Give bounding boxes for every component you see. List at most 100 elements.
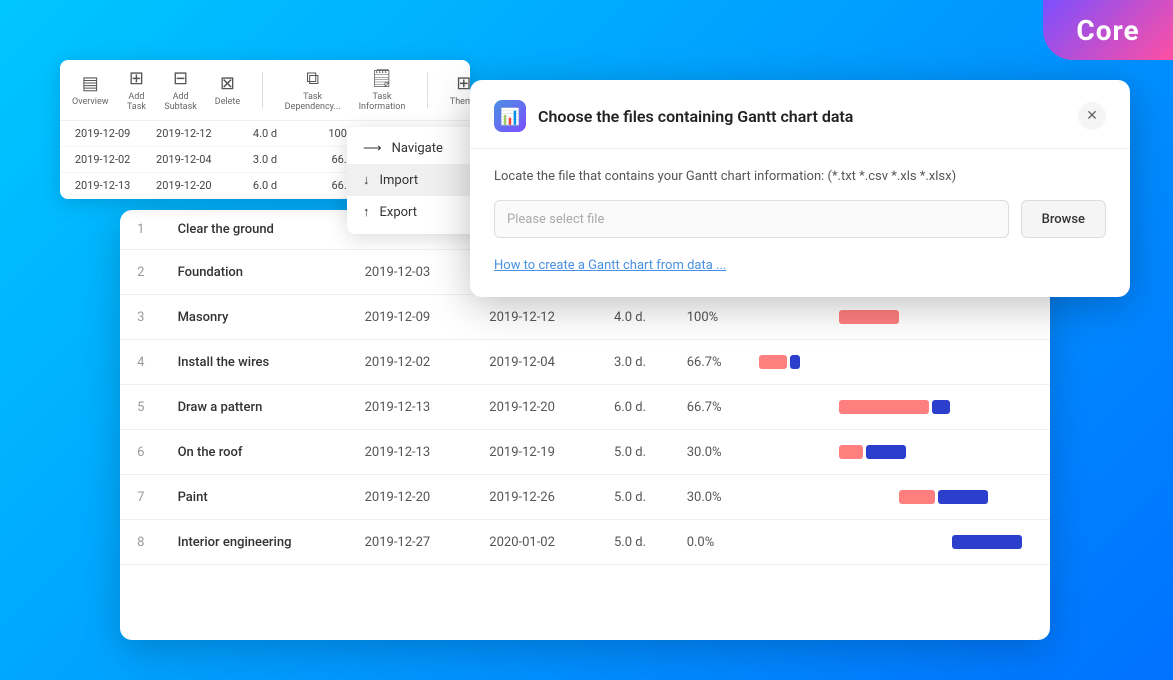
table-row: 3Masonry2019-12-092019-12-124.0 d.100% bbox=[120, 295, 1050, 340]
tp-start-2: 2019-12-02 bbox=[72, 153, 133, 166]
row-bar bbox=[743, 430, 1050, 475]
row-duration: 6.0 d. bbox=[598, 385, 671, 430]
toolbar-theme[interactable]: ⊞ Theme bbox=[450, 73, 470, 107]
bar-blue bbox=[932, 400, 950, 414]
row-duration: 5.0 d. bbox=[598, 475, 671, 520]
row-percent: 66.7% bbox=[671, 340, 744, 385]
row-percent: 100% bbox=[671, 295, 744, 340]
task-info-label: Task Information bbox=[359, 92, 406, 112]
toolbar-add-subtask[interactable]: ⊟ Add Subtask bbox=[164, 68, 196, 112]
table-row: 4Install the wires2019-12-022019-12-043.… bbox=[120, 340, 1050, 385]
row-num: 7 bbox=[120, 475, 162, 520]
add-task-label: Add Task bbox=[126, 92, 146, 112]
dialog-body: Locate the file that contains your Gantt… bbox=[470, 149, 1130, 297]
tp-dur-2: 3.0 d bbox=[234, 153, 295, 166]
import-icon: ↓ bbox=[363, 172, 370, 188]
row-start: 2019-12-20 bbox=[349, 475, 474, 520]
dialog-header: 📊 Choose the files containing Gantt char… bbox=[470, 80, 1130, 149]
row-end: 2020-01-02 bbox=[473, 520, 598, 565]
file-placeholder: Please select file bbox=[507, 212, 604, 227]
toolbar-delete[interactable]: ⊠ Delete bbox=[215, 73, 240, 107]
dialog-app-icon-glyph: 📊 bbox=[500, 107, 520, 126]
bar-blue bbox=[790, 355, 800, 369]
row-num: 6 bbox=[120, 430, 162, 475]
add-subtask-icon: ⊟ bbox=[173, 68, 188, 89]
dialog-file-row: Please select file Browse bbox=[494, 200, 1106, 238]
tp-start-3: 2019-12-13 bbox=[72, 179, 133, 192]
core-logo-text: Core bbox=[1076, 14, 1139, 47]
tp-dur-1: 4.0 d bbox=[234, 127, 295, 140]
toolbar-task-dependency[interactable]: ⧉ Task Dependency... bbox=[285, 68, 341, 112]
help-link[interactable]: How to create a Gantt chart from data ..… bbox=[494, 258, 726, 273]
table-row: 5Draw a pattern2019-12-132019-12-206.0 d… bbox=[120, 385, 1050, 430]
file-input-display[interactable]: Please select file bbox=[494, 200, 1009, 238]
table-row: 7Paint2019-12-202019-12-265.0 d.30.0% bbox=[120, 475, 1050, 520]
row-task: Interior engineering bbox=[162, 520, 349, 565]
toolbar-task-info[interactable]: 🗒 Task Information bbox=[359, 68, 406, 112]
row-task: Install the wires bbox=[162, 340, 349, 385]
row-start: 2019-12-27 bbox=[349, 520, 474, 565]
row-bar bbox=[743, 520, 1050, 565]
toolbar-divider-2 bbox=[427, 72, 428, 108]
browse-button[interactable]: Browse bbox=[1021, 200, 1106, 238]
row-task: Foundation bbox=[162, 250, 349, 295]
row-end: 2019-12-20 bbox=[473, 385, 598, 430]
dialog-app-icon: 📊 bbox=[494, 100, 526, 132]
bar-red bbox=[899, 490, 935, 504]
row-percent: 66.7% bbox=[671, 385, 744, 430]
add-task-icon: ⊞ bbox=[129, 68, 144, 89]
table-row: 8Interior engineering2019-12-272020-01-0… bbox=[120, 520, 1050, 565]
row-num: 3 bbox=[120, 295, 162, 340]
row-end: 2019-12-04 bbox=[473, 340, 598, 385]
toolbar-divider bbox=[262, 72, 263, 108]
toolbar-row: ▤ Overview ⊞ Add Task ⊟ Add Subtask ⊠ De… bbox=[60, 60, 470, 121]
bar-red bbox=[839, 400, 929, 414]
file-dialog: 📊 Choose the files containing Gantt char… bbox=[470, 80, 1130, 297]
tp-end-2: 2019-12-04 bbox=[153, 153, 214, 166]
row-num: 2 bbox=[120, 250, 162, 295]
tp-start-1: 2019-12-09 bbox=[72, 127, 133, 140]
task-info-icon: 🗒 bbox=[371, 68, 394, 89]
export-icon: ↑ bbox=[363, 204, 370, 220]
row-num: 5 bbox=[120, 385, 162, 430]
dialog-subtitle: Locate the file that contains your Gantt… bbox=[494, 169, 1106, 184]
bar-red bbox=[839, 310, 899, 324]
toolbar-icons: ▤ Overview ⊞ Add Task ⊟ Add Subtask ⊠ De… bbox=[72, 68, 470, 112]
toolbar-overview[interactable]: ▤ Overview bbox=[72, 73, 108, 107]
navigate-label: Navigate bbox=[392, 141, 443, 156]
close-icon: ✕ bbox=[1086, 108, 1098, 124]
row-num: 1 bbox=[120, 210, 162, 250]
row-task: Paint bbox=[162, 475, 349, 520]
row-start: 2019-12-03 bbox=[349, 250, 474, 295]
row-duration: 3.0 d. bbox=[598, 340, 671, 385]
row-bar bbox=[743, 295, 1050, 340]
task-dep-icon: ⧉ bbox=[306, 68, 319, 89]
bar-blue bbox=[866, 445, 906, 459]
add-subtask-label: Add Subtask bbox=[164, 92, 196, 112]
bar-blue bbox=[952, 535, 1022, 549]
toolbar-add-task[interactable]: ⊞ Add Task bbox=[126, 68, 146, 112]
row-end: 2019-12-12 bbox=[473, 295, 598, 340]
row-percent: 30.0% bbox=[671, 430, 744, 475]
theme-icon: ⊞ bbox=[456, 73, 470, 94]
row-end: 2019-12-26 bbox=[473, 475, 598, 520]
dialog-close-button[interactable]: ✕ bbox=[1078, 102, 1106, 130]
row-percent: 0.0% bbox=[671, 520, 744, 565]
tp-end-1: 2019-12-12 bbox=[153, 127, 214, 140]
row-task: Draw a pattern bbox=[162, 385, 349, 430]
row-num: 4 bbox=[120, 340, 162, 385]
row-start: 2019-12-02 bbox=[349, 340, 474, 385]
row-start: 2019-12-13 bbox=[349, 385, 474, 430]
core-logo: Core bbox=[1043, 0, 1173, 60]
bar-blue bbox=[938, 490, 988, 504]
navigate-icon: ⟶ bbox=[363, 141, 382, 156]
tp-dur-3: 6.0 d bbox=[234, 179, 295, 192]
tp-end-3: 2019-12-20 bbox=[153, 179, 214, 192]
row-end: 2019-12-19 bbox=[473, 430, 598, 475]
row-duration: 5.0 d. bbox=[598, 430, 671, 475]
row-start: 2019-12-09 bbox=[349, 295, 474, 340]
bar-red bbox=[759, 355, 787, 369]
row-bar bbox=[743, 385, 1050, 430]
row-bar bbox=[743, 340, 1050, 385]
row-duration: 4.0 d. bbox=[598, 295, 671, 340]
